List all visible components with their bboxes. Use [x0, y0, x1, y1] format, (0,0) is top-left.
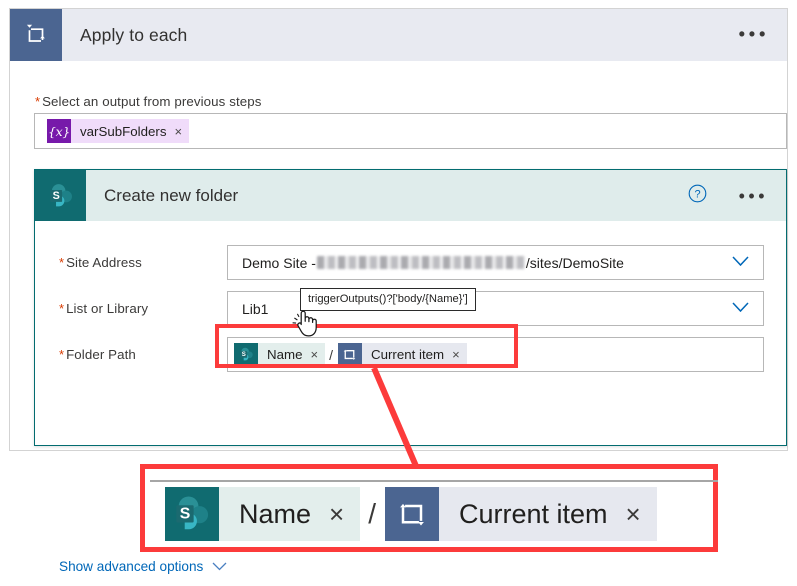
help-icon[interactable]: ?	[688, 184, 707, 208]
required-marker: *	[59, 301, 65, 316]
token-remove-icon: ×	[329, 499, 345, 529]
svg-text:?: ?	[694, 188, 700, 200]
select-output-label: * Select an output from previous steps	[35, 93, 261, 111]
loop-icon	[10, 9, 62, 61]
expression-tooltip: triggerOutputs()?['body/{Name}']	[300, 288, 476, 311]
token-body: Current item ×	[439, 487, 657, 541]
token-body: Name ×	[219, 487, 361, 541]
redacted-url	[316, 256, 525, 269]
site-address-label: * Site Address	[59, 255, 142, 270]
apply-to-each-menu-button[interactable]: •••	[739, 26, 769, 45]
sharepoint-icon: S	[35, 170, 86, 221]
svg-text:S: S	[52, 189, 59, 201]
token-varsubfolders[interactable]: {x} varSubFolders ×	[47, 119, 190, 143]
magnified-token-current-item: Current item ×	[385, 487, 657, 541]
site-address-suffix: /sites/DemoSite	[525, 254, 624, 271]
create-new-folder-menu-button[interactable]: •••	[739, 187, 768, 205]
list-or-library-label-text: List or Library	[66, 301, 149, 316]
folder-path-label-text: Folder Path	[66, 347, 136, 362]
create-new-folder-header[interactable]: S Create new folder ? •••	[35, 170, 786, 221]
site-address-prefix: Demo Site -	[242, 254, 316, 271]
chevron-down-icon[interactable]	[732, 300, 749, 318]
token-remove-icon[interactable]: ×	[174, 125, 182, 138]
loop-icon	[385, 487, 439, 541]
folder-path-label: * Folder Path	[59, 347, 136, 362]
magnified-folder-path-callout: S Name × / Current item ×	[140, 464, 718, 552]
apply-to-each-card: Apply to each ••• * Select an output from…	[9, 8, 788, 574]
sharepoint-icon: S	[165, 487, 219, 541]
magnified-token-name: S Name ×	[165, 487, 361, 541]
token-label: varSubFolders	[80, 123, 167, 139]
svg-text:S: S	[180, 505, 191, 522]
token-body: varSubFolders ×	[71, 119, 190, 143]
select-output-label-text: Select an output from previous steps	[42, 94, 262, 109]
required-marker: *	[59, 255, 65, 270]
site-address-label-text: Site Address	[66, 255, 142, 270]
list-or-library-label: * List or Library	[59, 301, 148, 316]
site-address-value: Demo Site - /sites/DemoSite	[242, 255, 624, 271]
path-separator: /	[368, 498, 376, 529]
select-output-input[interactable]: {x} varSubFolders ×	[34, 113, 787, 149]
required-marker: *	[59, 347, 65, 362]
site-address-dropdown[interactable]: Demo Site - /sites/DemoSite	[227, 245, 764, 280]
list-or-library-value: Lib1	[242, 300, 269, 317]
screenshot-root: Apply to each ••• * Select an output from…	[0, 0, 797, 586]
variable-icon: {x}	[47, 119, 71, 143]
magnified-folder-path-field: S Name × / Current item ×	[150, 480, 718, 546]
chevron-down-icon	[212, 559, 227, 574]
chevron-down-icon[interactable]	[732, 254, 749, 272]
apply-to-each-header[interactable]: Apply to each •••	[10, 9, 787, 61]
token-remove-icon: ×	[625, 499, 641, 529]
show-advanced-options-label: Show advanced options	[59, 559, 204, 574]
highlight-rect-folder-path	[215, 324, 518, 368]
apply-to-each-title: Apply to each	[80, 24, 188, 45]
token-label: Current item	[459, 498, 608, 529]
token-label: Name	[239, 498, 312, 529]
create-new-folder-title: Create new folder	[104, 185, 239, 205]
required-marker: *	[35, 94, 41, 109]
show-advanced-options-link[interactable]: Show advanced options	[59, 559, 227, 574]
variable-glyph: {x}	[47, 123, 71, 139]
